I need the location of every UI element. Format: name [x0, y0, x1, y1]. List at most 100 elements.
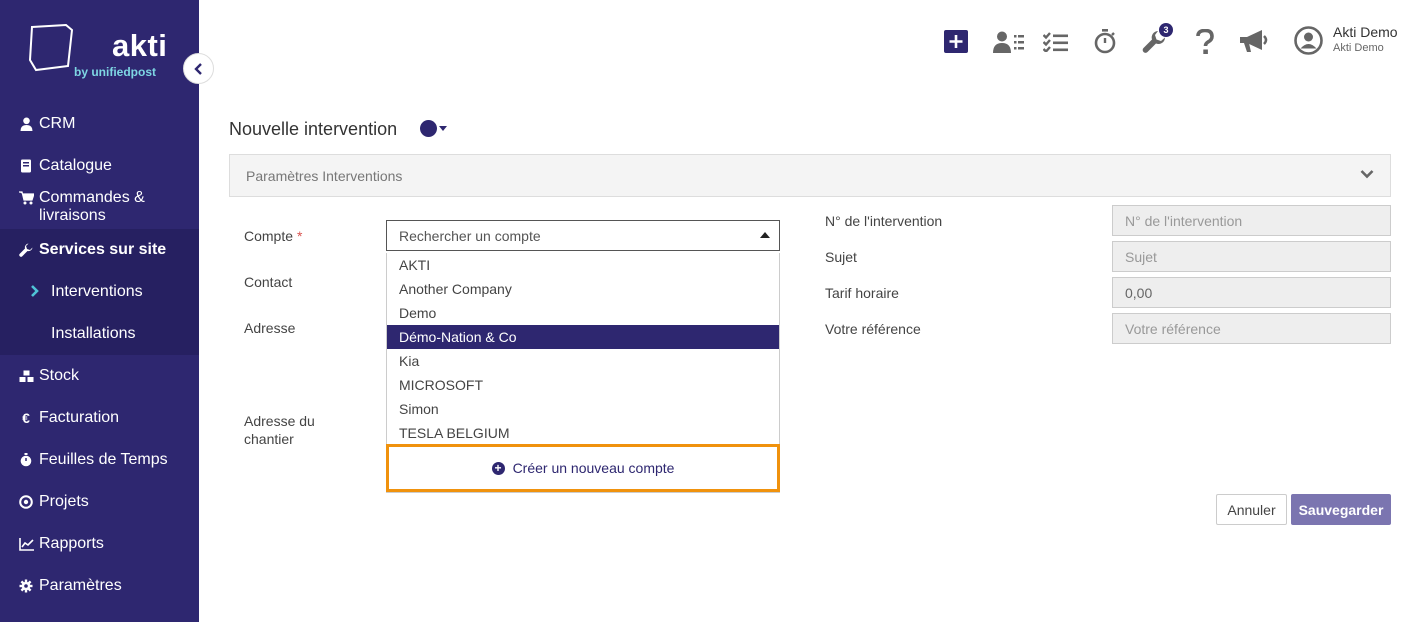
sidebar-item-label: Paramètres [39, 577, 122, 594]
dropdown-option[interactable]: AKTI [387, 253, 779, 277]
adresse-label: Adresse [244, 320, 296, 336]
sidebar-item-catalogue[interactable]: Catalogue [0, 145, 199, 187]
logo-shape-icon [28, 24, 74, 72]
cart-icon [18, 191, 34, 205]
create-account-label: Créer un nouveau compte [512, 460, 675, 476]
sidebar-item-crm[interactable]: CRM [0, 103, 199, 145]
status-dropdown[interactable] [420, 120, 437, 137]
dropdown-option[interactable]: Demo [387, 301, 779, 325]
cancel-button[interactable]: Annuler [1216, 494, 1287, 525]
sidebar-subitem-interventions[interactable]: Interventions [0, 271, 199, 313]
sujet-field[interactable]: Sujet [1112, 241, 1391, 272]
tarif-field[interactable]: 0,00 [1112, 277, 1391, 308]
sidebar-item-label: Facturation [39, 409, 120, 426]
dropdown-option[interactable]: Another Company [387, 277, 779, 301]
chevron-right-icon [31, 285, 39, 297]
sidebar-item-feuilles[interactable]: Feuilles de Temps [0, 439, 199, 481]
sidebar-subitem-installations[interactable]: Installations [0, 313, 199, 355]
user-avatar[interactable] [1294, 26, 1323, 60]
user-name[interactable]: Akti Demo [1333, 24, 1398, 40]
panel-title: Paramètres Interventions [246, 167, 403, 184]
sidebar-item-parametres[interactable]: Paramètres [0, 565, 199, 607]
euro-icon: € [22, 410, 30, 426]
intervention-no-placeholder: N° de l'intervention [1125, 212, 1243, 229]
tasks-button[interactable] [1042, 32, 1068, 57]
brand-byline: by unifiedpost [74, 65, 156, 79]
tarif-value: 0,00 [1125, 284, 1153, 301]
user-icon [18, 117, 34, 131]
intervention-no-field[interactable]: N° de l'intervention [1112, 205, 1391, 236]
checklist-icon [1042, 32, 1068, 54]
notification-badge: 3 [1159, 23, 1173, 37]
settings-panel-header[interactable]: Paramètres Interventions [229, 154, 1391, 197]
caret-down-icon [439, 126, 447, 131]
compte-search-input[interactable]: Rechercher un compte [386, 220, 780, 251]
sidebar-item-label: Feuilles de Temps [39, 451, 168, 468]
save-button[interactable]: Sauvegarder [1291, 494, 1391, 525]
sidebar-item-label: CRM [39, 115, 76, 132]
intervention-no-label: N° de l'intervention [825, 213, 943, 229]
contacts-list-button[interactable] [993, 31, 1024, 58]
chart-icon [18, 537, 34, 551]
gear-icon [18, 579, 34, 593]
plus-square-icon [944, 30, 968, 53]
page-title: Nouvelle intervention [229, 119, 398, 139]
plus-circle-icon: + [491, 461, 505, 475]
sidebar-item-label: Stock [39, 367, 80, 384]
megaphone-icon [1240, 30, 1268, 52]
dropdown-option-highlighted[interactable]: Démo-Nation & Co [387, 325, 779, 349]
create-account-button[interactable]: + Créer un nouveau compte [386, 444, 780, 492]
sidebar-item-rapports[interactable]: Rapports [0, 523, 199, 565]
sujet-label: Sujet [825, 249, 857, 265]
sujet-placeholder: Sujet [1125, 248, 1157, 265]
timer-button[interactable] [1094, 29, 1116, 59]
help-button[interactable] [1196, 28, 1214, 60]
sidebar-item-projets[interactable]: Projets [0, 481, 199, 523]
dropdown-option[interactable]: Kia [387, 349, 779, 373]
sidebar-item-stock[interactable]: Stock [0, 355, 199, 397]
contact-label: Contact [244, 274, 293, 290]
announcements-button[interactable] [1239, 29, 1269, 58]
contacts-list-icon [993, 31, 1024, 53]
sidebar-subitem-label: Interventions [51, 283, 143, 300]
dropdown-option[interactable]: Simon [387, 397, 779, 421]
sidebar-item-label: Commandes & livraisons [39, 189, 145, 224]
compte-label: Compte * [244, 228, 302, 244]
sidebar-item-label: Projets [39, 493, 89, 510]
cubes-icon [18, 370, 34, 383]
user-company: Akti Demo [1333, 42, 1384, 54]
sidebar-item-facturation[interactable]: € Facturation [0, 397, 199, 439]
stopwatch-icon [1094, 29, 1116, 54]
adresse-chantier-label: Adresse du chantier [244, 413, 315, 447]
question-icon [1196, 28, 1214, 54]
target-icon [18, 495, 34, 509]
sidebar-item-label: Catalogue [39, 157, 112, 174]
chevron-down-icon [1360, 170, 1374, 179]
collapse-sidebar-button[interactable] [183, 53, 214, 84]
reference-field[interactable]: Votre référence [1112, 313, 1391, 344]
brand-name: akti [112, 28, 168, 63]
user-circle-icon [1294, 26, 1323, 55]
reference-placeholder: Votre référence [1125, 320, 1221, 337]
sidebar-item-label: Rapports [39, 535, 104, 552]
required-mark: * [297, 228, 303, 244]
services-submenu: Interventions Installations [0, 271, 199, 355]
wrench-icon [18, 243, 34, 257]
sidebar-nav: CRM Catalogue Commandes & livraisons Ser… [0, 103, 199, 607]
reference-label: Votre référence [825, 321, 921, 337]
akti-logo[interactable]: akti by unifiedpost [28, 24, 178, 84]
stopwatch-icon [18, 453, 34, 467]
caret-up-icon[interactable] [760, 232, 770, 238]
compte-placeholder: Rechercher un compte [399, 227, 541, 244]
add-new-button[interactable] [944, 30, 968, 58]
book-icon [18, 159, 34, 173]
chevron-left-icon [193, 62, 202, 75]
sidebar-item-commandes[interactable]: Commandes & livraisons [0, 187, 199, 229]
sidebar-item-services[interactable]: Services sur site [0, 229, 199, 271]
sidebar-item-label: Services sur site [39, 241, 167, 258]
tarif-label: Tarif horaire [825, 285, 899, 301]
dropdown-option[interactable]: TESLA BELGIUM [387, 421, 779, 445]
compte-label-text: Compte [244, 228, 294, 244]
sidebar-subitem-label: Installations [51, 325, 136, 342]
dropdown-option[interactable]: MICROSOFT [387, 373, 779, 397]
